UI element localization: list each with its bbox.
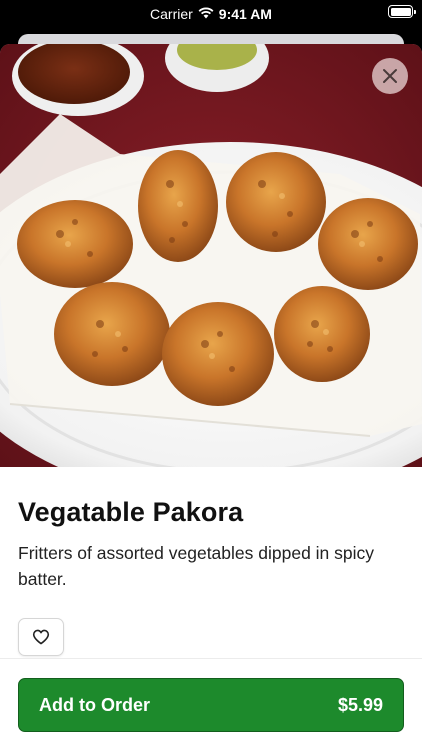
close-icon <box>383 69 397 83</box>
item-description: Fritters of assorted vegetables dipped i… <box>18 543 375 589</box>
add-to-order-label: Add to Order <box>39 694 150 715</box>
status-time: 9:41 AM <box>218 6 272 22</box>
add-to-order-button[interactable]: Add to Order $5.99 <box>18 678 404 732</box>
item-detail-sheet: Vegatable Pakora Fritters of assorted ve… <box>0 44 422 750</box>
carrier-label: Carrier <box>150 6 193 22</box>
status-bar: Carrier 9:41 AM <box>0 0 422 28</box>
heart-icon <box>32 629 50 645</box>
battery-icon <box>388 5 416 18</box>
item-price: $5.99 <box>337 694 383 715</box>
wifi-icon <box>198 6 214 22</box>
item-photo <box>0 44 422 467</box>
favorite-button[interactable] <box>18 618 64 656</box>
close-button[interactable] <box>372 58 408 94</box>
divider <box>0 658 422 659</box>
item-title: Vegatable Pakora <box>18 497 244 527</box>
item-info: Vegatable Pakora Fritters of assorted ve… <box>0 497 422 656</box>
status-left: Carrier 9:41 AM <box>150 6 272 22</box>
